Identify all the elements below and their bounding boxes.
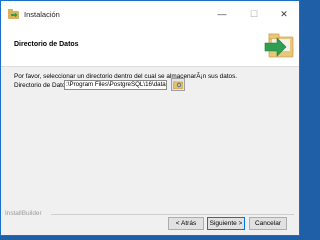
back-button[interactable]: < Atrás	[168, 217, 204, 230]
maximize-button[interactable]: ☐	[239, 1, 269, 27]
data-directory-label: Directorio de Datos	[14, 82, 69, 89]
minimize-icon: —	[217, 9, 227, 19]
instructions-text: Por favor, seleccionar un directorio den…	[14, 73, 238, 80]
browse-folder-icon	[173, 81, 183, 89]
folder-arrow-icon	[264, 33, 294, 58]
title-bar[interactable]: Instalación — ☐ ✕	[1, 1, 299, 27]
footer-divider	[51, 214, 294, 215]
next-button[interactable]: Siguiente >	[207, 217, 245, 230]
cancel-button[interactable]: Cancelar	[249, 217, 287, 230]
maximize-icon: ☐	[249, 9, 259, 19]
data-directory-input[interactable]: :\Program Files\PostgreSQL\16\data	[64, 80, 167, 90]
brand-label: InstallBuilder	[5, 210, 42, 217]
close-icon: ✕	[280, 9, 288, 19]
page-header: Directorio de Datos	[1, 27, 299, 67]
page-title: Directorio de Datos	[14, 41, 79, 48]
window-title: Instalación	[24, 10, 60, 19]
minimize-button[interactable]: —	[207, 1, 237, 27]
installer-window: Instalación — ☐ ✕ Directorio de Datos Po…	[0, 0, 300, 236]
app-icon	[8, 9, 19, 19]
close-button[interactable]: ✕	[269, 1, 299, 27]
browse-button[interactable]	[171, 78, 185, 91]
